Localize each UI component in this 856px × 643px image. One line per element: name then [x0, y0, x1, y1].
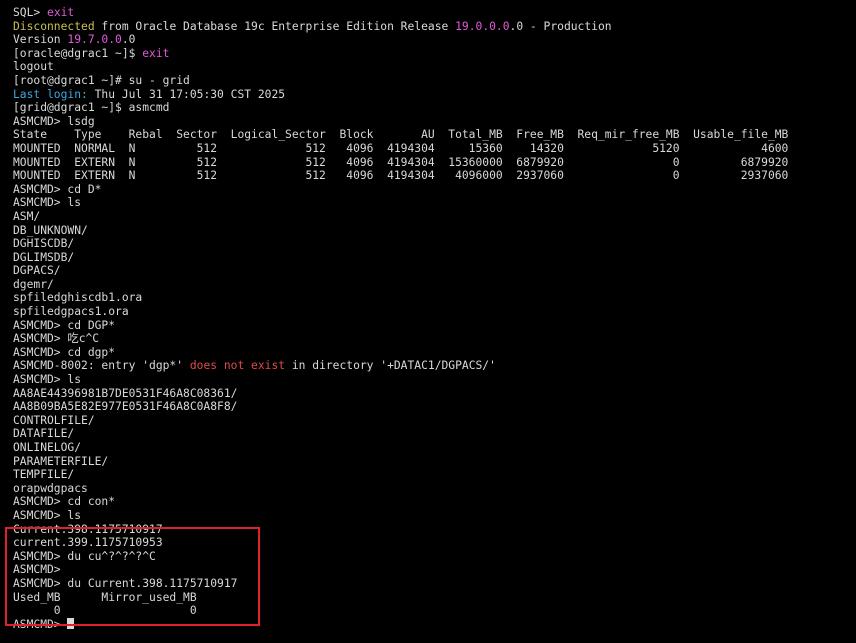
- terminal-line: Disconnected from Oracle Database 19c En…: [13, 20, 856, 34]
- terminal-text: spfiledghiscdb1.ora: [13, 291, 143, 305]
- terminal-line: AA8B09BA5E82E977E0531F46A8C0A8F8/: [13, 400, 856, 414]
- terminal-text: PARAMETERFILE/: [13, 454, 109, 468]
- terminal-text: MOUNTED EXTERN N 512 512 4096 4194304 40…: [13, 169, 789, 183]
- terminal-line: dgemr/: [13, 278, 856, 292]
- terminal-text: in directory '+DATAC1/DGPACS/': [285, 359, 496, 373]
- terminal-text: ASMCMD> ls: [13, 508, 82, 522]
- terminal-line: ASMCMD> cd dgp*: [13, 346, 856, 360]
- terminal-text: [oracle@dgrac1 ~]$: [13, 46, 143, 60]
- red-highlight-box: [5, 527, 260, 626]
- terminal-text: does not exist: [189, 359, 286, 373]
- terminal-line: logout: [13, 60, 856, 74]
- terminal-text: ASMCMD> cd con*: [13, 495, 116, 509]
- terminal-line: MOUNTED NORMAL N 512 512 4096 4194304 15…: [13, 142, 856, 156]
- terminal-line: ASMCMD> ls: [13, 373, 856, 387]
- terminal-line: ASMCMD> ls: [13, 196, 856, 210]
- terminal-text: State Type Rebal Sector Logical_Sector B…: [13, 128, 789, 142]
- terminal-text: ASMCMD> ls: [13, 196, 82, 210]
- terminal-text: exit: [142, 46, 170, 60]
- terminal-text: DB_UNKNOWN/: [13, 223, 88, 237]
- terminal-text: .0: [121, 33, 136, 47]
- terminal-line: State Type Rebal Sector Logical_Sector B…: [13, 128, 856, 142]
- terminal-text: ASMCMD> ls: [13, 373, 82, 387]
- terminal-line: Version 19.7.0.0.0: [13, 33, 856, 47]
- terminal-text: [root@dgrac1 ~]# su - grid: [13, 73, 190, 87]
- terminal-line: Last login: Thu Jul 31 17:05:30 CST 2025: [13, 88, 856, 102]
- terminal-line: DGLIMSDB/: [13, 251, 856, 265]
- terminal-text: ASM/: [13, 209, 41, 223]
- terminal-text: ASMCMD> cd DGP*: [13, 318, 116, 332]
- terminal-text: AA8AE44396981B7DE0531F46A8C08361/: [13, 386, 238, 400]
- terminal-text: orapwdgpacs: [13, 481, 88, 495]
- terminal-text: Version: [13, 33, 68, 47]
- terminal-text: dgemr/: [13, 277, 54, 291]
- terminal-window[interactable]: SQL> exit Disconnected from Oracle Databa…: [0, 0, 856, 643]
- terminal-text: CONTROLFILE/: [13, 413, 95, 427]
- terminal-text: Thu Jul 31 17:05:30 CST 2025: [87, 87, 286, 101]
- terminal-text: 19.0.0.0: [455, 19, 510, 33]
- terminal-text: ASMCMD-8002: entry 'dgp*': [13, 359, 190, 373]
- terminal-line: ASMCMD> cd D*: [13, 183, 856, 197]
- terminal-line: SQL> exit: [13, 6, 856, 20]
- terminal-text: MOUNTED NORMAL N 512 512 4096 4194304 15…: [13, 141, 789, 155]
- terminal-text: from Oracle Database 19c Enterprise Edit…: [94, 19, 456, 33]
- terminal-text: ASMCMD> cd dgp*: [13, 345, 116, 359]
- terminal-line: spfiledgpacs1.ora: [13, 305, 856, 319]
- terminal-line: [oracle@dgrac1 ~]$ exit: [13, 47, 856, 61]
- terminal-line: spfiledghiscdb1.ora: [13, 291, 856, 305]
- terminal-line: DGHISCDB/: [13, 237, 856, 251]
- terminal-text: Last login:: [13, 87, 88, 101]
- terminal-line: ASMCMD> cd DGP*: [13, 319, 856, 333]
- terminal-text: TEMPFILE/: [13, 468, 75, 482]
- terminal-line: ASM/: [13, 210, 856, 224]
- terminal-line: ASMCMD-8002: entry 'dgp*' does not exist…: [13, 359, 856, 373]
- terminal-text: DGPACS/: [13, 264, 61, 278]
- terminal-text: ASMCMD> cd D*: [13, 182, 102, 196]
- terminal-line: ASMCMD> cd con*: [13, 495, 856, 509]
- terminal-text: logout: [13, 60, 54, 74]
- terminal-text: AA8B09BA5E82E977E0531F46A8C0A8F8/: [13, 400, 238, 414]
- terminal-text: [grid@dgrac1 ~]$ asmcmd: [13, 101, 170, 115]
- terminal-line: PARAMETERFILE/: [13, 455, 856, 469]
- terminal-line: ASMCMD> lsdg: [13, 115, 856, 129]
- terminal-line: MOUNTED EXTERN N 512 512 4096 4194304 15…: [13, 156, 856, 170]
- terminal-text: 19.7.0.0: [67, 33, 122, 47]
- terminal-line: [root@dgrac1 ~]# su - grid: [13, 74, 856, 88]
- terminal-line: ASMCMD> 吃c^C: [13, 332, 856, 346]
- terminal-line: AA8AE44396981B7DE0531F46A8C08361/: [13, 387, 856, 401]
- terminal-line: MOUNTED EXTERN N 512 512 4096 4194304 40…: [13, 169, 856, 183]
- terminal-line: [grid@dgrac1 ~]$ asmcmd: [13, 101, 856, 115]
- terminal-line: orapwdgpacs: [13, 482, 856, 496]
- terminal-text: DGHISCDB/: [13, 237, 75, 251]
- terminal-text: MOUNTED EXTERN N 512 512 4096 4194304 15…: [13, 155, 789, 169]
- terminal-text: .0 - Production: [509, 19, 612, 33]
- terminal-text: ASMCMD> lsdg: [13, 114, 95, 128]
- terminal-text: DGLIMSDB/: [13, 250, 75, 264]
- terminal-text: Disconnected: [13, 19, 95, 33]
- terminal-line: DB_UNKNOWN/: [13, 224, 856, 238]
- terminal-line: ONLINELOG/: [13, 441, 856, 455]
- terminal-text: spfiledgpacs1.ora: [13, 305, 129, 319]
- terminal-line: ASMCMD> ls: [13, 509, 856, 523]
- terminal-text: SQL>: [13, 6, 48, 19]
- terminal-text: exit: [47, 6, 75, 19]
- terminal-text: ASMCMD> 吃c^C: [13, 332, 100, 346]
- terminal-line: CONTROLFILE/: [13, 414, 856, 428]
- terminal-line: DATAFILE/: [13, 427, 856, 441]
- terminal-text: ONLINELOG/: [13, 441, 82, 454]
- terminal-text: DATAFILE/: [13, 427, 75, 441]
- terminal-line: TEMPFILE/: [13, 468, 856, 482]
- terminal-line: DGPACS/: [13, 264, 856, 278]
